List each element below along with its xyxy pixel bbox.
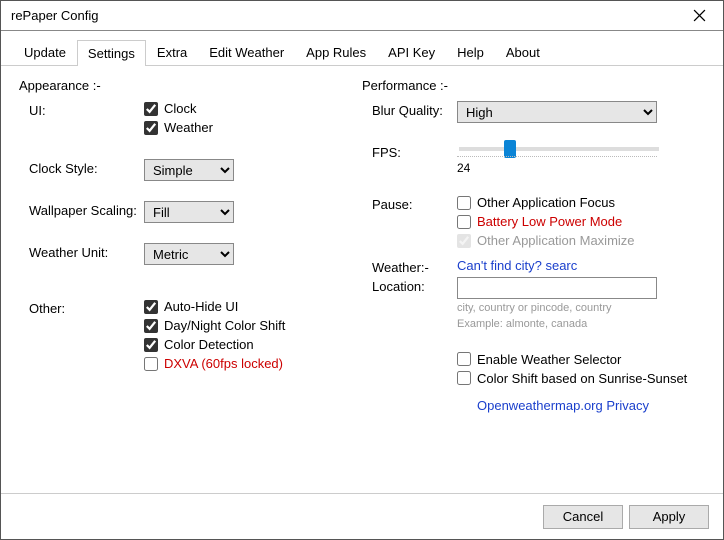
clock-style-label: Clock Style: <box>19 159 144 176</box>
window-title: rePaper Config <box>11 8 679 23</box>
tab-bar: Update Settings Extra Edit Weather App R… <box>1 31 723 66</box>
tab-help[interactable]: Help <box>446 39 495 65</box>
other-label: Other: <box>19 299 144 316</box>
openweathermap-privacy-link[interactable]: Openweathermap.org Privacy <box>457 398 705 413</box>
tab-app-rules[interactable]: App Rules <box>295 39 377 65</box>
appearance-column: Appearance :- UI: Clock Weather Clock St… <box>19 78 362 481</box>
location-label: Location: <box>362 277 457 294</box>
checkbox-daynight-label: Day/Night Color Shift <box>164 318 285 333</box>
titlebar: rePaper Config <box>1 1 723 31</box>
checkbox-dxva-input[interactable] <box>144 357 158 371</box>
performance-header: Performance :- <box>362 78 705 93</box>
performance-column: Performance :- Blur Quality: High FPS: 2… <box>362 78 705 481</box>
checkbox-dxva-label: DXVA (60fps locked) <box>164 356 283 371</box>
checkbox-colordetect[interactable]: Color Detection <box>144 337 362 352</box>
checkbox-daynight[interactable]: Day/Night Color Shift <box>144 318 362 333</box>
tab-about[interactable]: About <box>495 39 551 65</box>
checkbox-colordetect-label: Color Detection <box>164 337 254 352</box>
blur-label: Blur Quality: <box>362 101 457 118</box>
checkbox-colordetect-input[interactable] <box>144 338 158 352</box>
checkbox-daynight-input[interactable] <box>144 319 158 333</box>
checkbox-pause-battery-label: Battery Low Power Mode <box>477 214 622 229</box>
footer: Cancel Apply <box>1 493 723 539</box>
checkbox-weather[interactable]: Weather <box>144 120 362 135</box>
wallpaper-scaling-select[interactable]: Fill <box>144 201 234 223</box>
location-hint-1: city, country or pincode, country <box>457 301 705 315</box>
checkbox-sunrise-colorshift-label: Color Shift based on Sunrise-Sunset <box>477 371 687 386</box>
appearance-header: Appearance :- <box>19 78 362 93</box>
fps-label: FPS: <box>362 143 457 160</box>
checkbox-weather-input[interactable] <box>144 121 158 135</box>
checkbox-pause-focus[interactable]: Other Application Focus <box>457 195 705 210</box>
checkbox-pause-maximize-input <box>457 234 471 248</box>
location-hint-2: Example: almonte, canada <box>457 317 705 331</box>
checkbox-pause-maximize: Other Application Maximize <box>457 233 705 248</box>
checkbox-pause-maximize-label: Other Application Maximize <box>477 233 635 248</box>
window: rePaper Config Update Settings Extra Edi… <box>0 0 724 540</box>
checkbox-enable-weather-selector-input[interactable] <box>457 352 471 366</box>
checkbox-clock-label: Clock <box>164 101 197 116</box>
pause-label: Pause: <box>362 195 457 212</box>
fps-ticks <box>457 151 657 157</box>
close-icon <box>693 9 706 22</box>
blur-select[interactable]: High <box>457 101 657 123</box>
clock-style-select[interactable]: Simple <box>144 159 234 181</box>
weather-subheader: Weather:- <box>362 258 457 275</box>
checkbox-autohide-label: Auto-Hide UI <box>164 299 238 314</box>
apply-button[interactable]: Apply <box>629 505 709 529</box>
checkbox-enable-weather-selector-label: Enable Weather Selector <box>477 352 621 367</box>
checkbox-enable-weather-selector[interactable]: Enable Weather Selector <box>457 352 705 367</box>
checkbox-weather-label: Weather <box>164 120 213 135</box>
tab-update[interactable]: Update <box>13 39 77 65</box>
checkbox-pause-battery-input[interactable] <box>457 215 471 229</box>
weather-unit-label: Weather Unit: <box>19 243 144 260</box>
wallpaper-scaling-label: Wallpaper Scaling: <box>19 201 144 218</box>
ui-label: UI: <box>19 101 144 118</box>
checkbox-clock-input[interactable] <box>144 102 158 116</box>
tab-settings[interactable]: Settings <box>77 40 146 66</box>
checkbox-clock[interactable]: Clock <box>144 101 362 116</box>
checkbox-pause-battery[interactable]: Battery Low Power Mode <box>457 214 705 229</box>
location-input[interactable] <box>457 277 657 299</box>
tab-extra[interactable]: Extra <box>146 39 198 65</box>
checkbox-pause-focus-label: Other Application Focus <box>477 195 615 210</box>
panel-body: Appearance :- UI: Clock Weather Clock St… <box>1 66 723 493</box>
cancel-button[interactable]: Cancel <box>543 505 623 529</box>
checkbox-dxva[interactable]: DXVA (60fps locked) <box>144 356 362 371</box>
weather-unit-select[interactable]: Metric <box>144 243 234 265</box>
checkbox-autohide-input[interactable] <box>144 300 158 314</box>
checkbox-sunrise-colorshift-input[interactable] <box>457 371 471 385</box>
close-button[interactable] <box>679 1 719 30</box>
cant-find-city-link[interactable]: Can't find city? searc <box>457 258 693 273</box>
checkbox-pause-focus-input[interactable] <box>457 196 471 210</box>
tab-api-key[interactable]: API Key <box>377 39 446 65</box>
checkbox-autohide[interactable]: Auto-Hide UI <box>144 299 362 314</box>
fps-value: 24 <box>457 161 705 175</box>
checkbox-sunrise-colorshift[interactable]: Color Shift based on Sunrise-Sunset <box>457 371 705 386</box>
tab-edit-weather[interactable]: Edit Weather <box>198 39 295 65</box>
